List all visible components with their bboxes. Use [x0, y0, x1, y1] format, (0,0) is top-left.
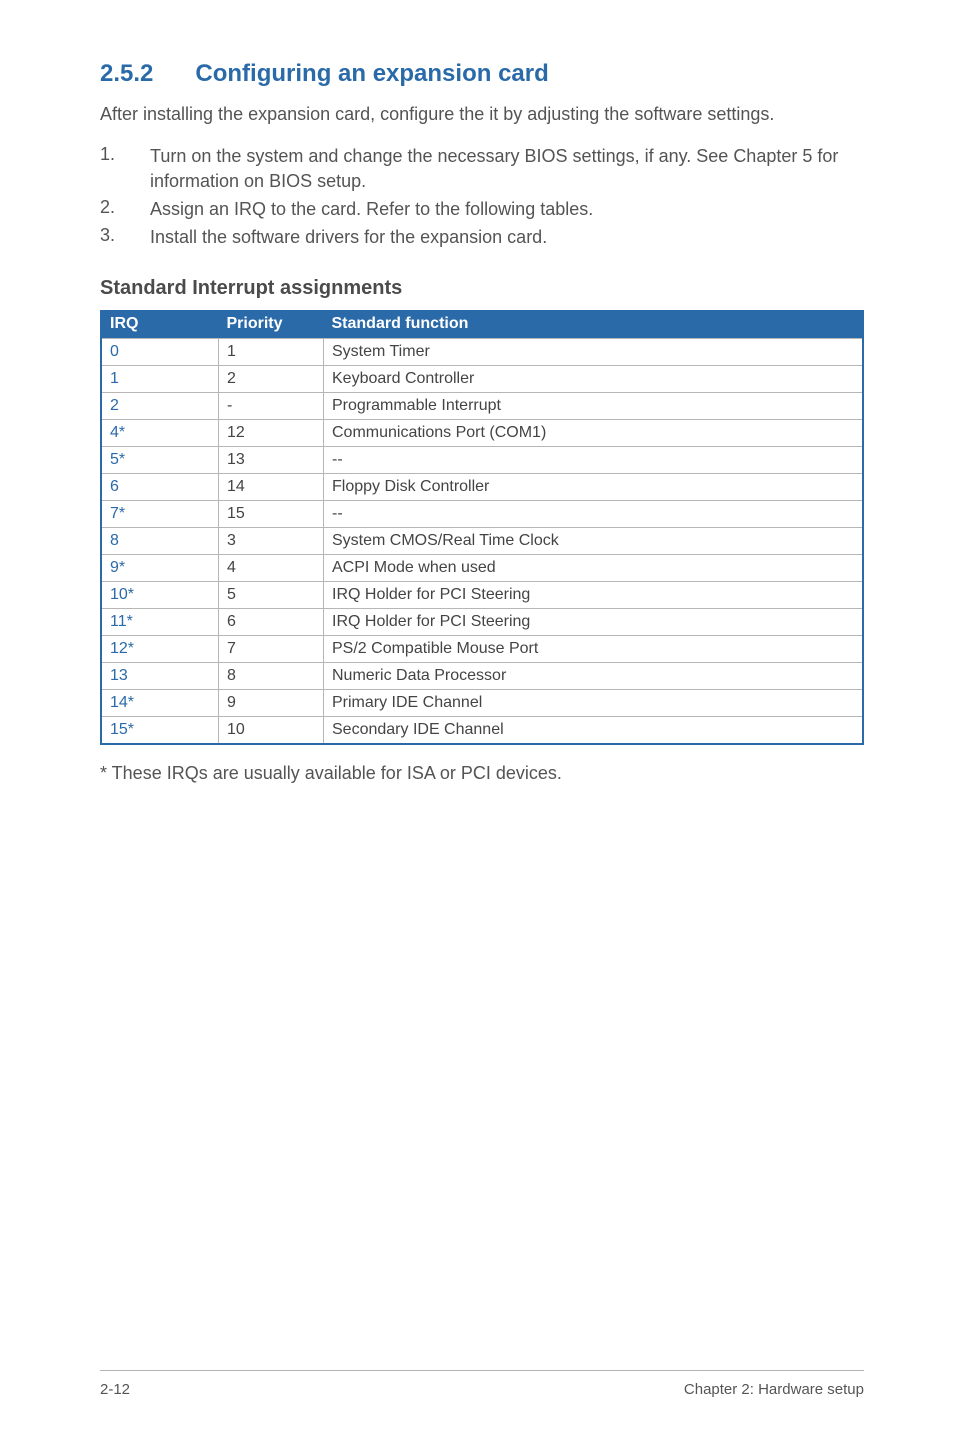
- cell-irq: 4*: [101, 420, 219, 447]
- cell-function: PS/2 Compatible Mouse Port: [324, 636, 864, 663]
- cell-priority: 15: [219, 501, 324, 528]
- list-item: 3. Install the software drivers for the …: [100, 225, 864, 249]
- th-function: Standard function: [324, 310, 864, 339]
- cell-priority: 7: [219, 636, 324, 663]
- table-row: 5* 13 --: [101, 447, 863, 474]
- cell-function: IRQ Holder for PCI Steering: [324, 609, 864, 636]
- table-header-row: IRQ Priority Standard function: [101, 310, 863, 339]
- table-row: 2 - Programmable Interrupt: [101, 393, 863, 420]
- cell-priority: 14: [219, 474, 324, 501]
- cell-irq: 8: [101, 528, 219, 555]
- cell-function: Primary IDE Channel: [324, 690, 864, 717]
- cell-priority: 2: [219, 366, 324, 393]
- cell-function: Keyboard Controller: [324, 366, 864, 393]
- cell-priority: 5: [219, 582, 324, 609]
- cell-function: --: [324, 501, 864, 528]
- table-row: 4* 12 Communications Port (COM1): [101, 420, 863, 447]
- list-item: 1. Turn on the system and change the nec…: [100, 144, 864, 193]
- cell-function: Secondary IDE Channel: [324, 717, 864, 745]
- cell-priority: -: [219, 393, 324, 420]
- page-footer: 2-12 Chapter 2: Hardware setup: [100, 1370, 864, 1398]
- subheading: Standard Interrupt assignments: [100, 277, 864, 300]
- cell-function: ACPI Mode when used: [324, 555, 864, 582]
- cell-function: System CMOS/Real Time Clock: [324, 528, 864, 555]
- th-irq: IRQ: [101, 310, 219, 339]
- table-row: 0 1 System Timer: [101, 339, 863, 366]
- table-row: 10* 5 IRQ Holder for PCI Steering: [101, 582, 863, 609]
- cell-irq: 12*: [101, 636, 219, 663]
- cell-priority: 12: [219, 420, 324, 447]
- section-heading: 2.5.2 Configuring an expansion card: [100, 60, 864, 88]
- cell-function: System Timer: [324, 339, 864, 366]
- cell-irq: 1: [101, 366, 219, 393]
- table-row: 8 3 System CMOS/Real Time Clock: [101, 528, 863, 555]
- step-text: Assign an IRQ to the card. Refer to the …: [150, 197, 864, 221]
- cell-irq: 0: [101, 339, 219, 366]
- table-row: 14* 9 Primary IDE Channel: [101, 690, 863, 717]
- cell-irq: 2: [101, 393, 219, 420]
- cell-priority: 9: [219, 690, 324, 717]
- section-number: 2.5.2: [100, 60, 153, 88]
- table-row: 9* 4 ACPI Mode when used: [101, 555, 863, 582]
- cell-priority: 4: [219, 555, 324, 582]
- cell-irq: 5*: [101, 447, 219, 474]
- cell-irq: 9*: [101, 555, 219, 582]
- table-row: 13 8 Numeric Data Processor: [101, 663, 863, 690]
- cell-function: Floppy Disk Controller: [324, 474, 864, 501]
- list-item: 2. Assign an IRQ to the card. Refer to t…: [100, 197, 864, 221]
- irq-table: IRQ Priority Standard function 0 1 Syste…: [100, 310, 864, 745]
- th-priority: Priority: [219, 310, 324, 339]
- step-number: 2.: [100, 197, 122, 218]
- section-title: Configuring an expansion card: [195, 60, 548, 88]
- cell-priority: 3: [219, 528, 324, 555]
- cell-irq: 10*: [101, 582, 219, 609]
- footnote: * These IRQs are usually available for I…: [100, 763, 864, 784]
- page: 2.5.2 Configuring an expansion card Afte…: [0, 0, 954, 1438]
- cell-irq: 6: [101, 474, 219, 501]
- step-text: Turn on the system and change the necess…: [150, 144, 864, 193]
- cell-irq: 13: [101, 663, 219, 690]
- cell-priority: 8: [219, 663, 324, 690]
- cell-function: Numeric Data Processor: [324, 663, 864, 690]
- cell-irq: 11*: [101, 609, 219, 636]
- footer-page-number: 2-12: [100, 1381, 130, 1398]
- intro-paragraph: After installing the expansion card, con…: [100, 102, 864, 126]
- table-row: 1 2 Keyboard Controller: [101, 366, 863, 393]
- table-row: 6 14 Floppy Disk Controller: [101, 474, 863, 501]
- step-number: 3.: [100, 225, 122, 246]
- cell-function: IRQ Holder for PCI Steering: [324, 582, 864, 609]
- cell-priority: 10: [219, 717, 324, 745]
- cell-priority: 1: [219, 339, 324, 366]
- cell-irq: 15*: [101, 717, 219, 745]
- step-text: Install the software drivers for the exp…: [150, 225, 864, 249]
- footer-chapter: Chapter 2: Hardware setup: [684, 1381, 864, 1398]
- table-row: 12* 7 PS/2 Compatible Mouse Port: [101, 636, 863, 663]
- table-row: 11* 6 IRQ Holder for PCI Steering: [101, 609, 863, 636]
- cell-priority: 13: [219, 447, 324, 474]
- cell-irq: 14*: [101, 690, 219, 717]
- cell-function: --: [324, 447, 864, 474]
- cell-priority: 6: [219, 609, 324, 636]
- cell-function: Communications Port (COM1): [324, 420, 864, 447]
- cell-irq: 7*: [101, 501, 219, 528]
- step-number: 1.: [100, 144, 122, 165]
- table-row: 7* 15 --: [101, 501, 863, 528]
- cell-function: Programmable Interrupt: [324, 393, 864, 420]
- steps-list: 1. Turn on the system and change the nec…: [100, 144, 864, 253]
- table-row: 15* 10 Secondary IDE Channel: [101, 717, 863, 745]
